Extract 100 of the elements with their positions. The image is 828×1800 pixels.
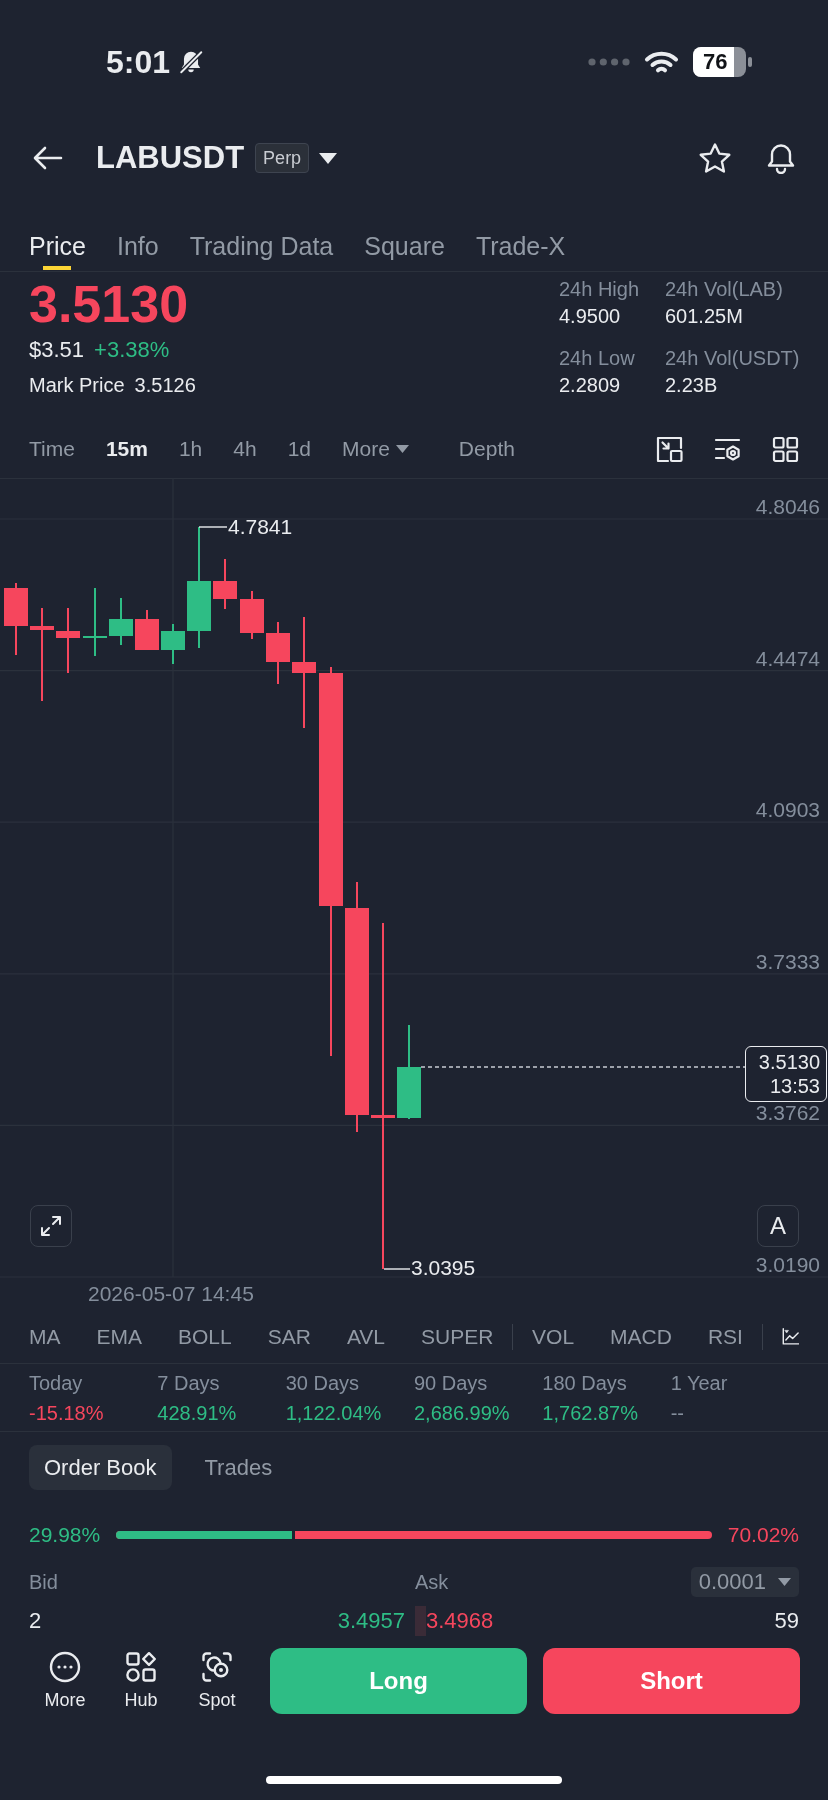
stat-label: 24h Vol(USDT) xyxy=(665,346,799,371)
ask-depth-bar xyxy=(415,1606,426,1636)
bid-price: 3.4957 xyxy=(337,1608,405,1634)
indicator-tab[interactable]: BOLL xyxy=(178,1322,232,1351)
caret-down-icon[interactable] xyxy=(319,152,338,164)
page-tab[interactable]: Price xyxy=(29,192,86,271)
period-change: 2,686.99% xyxy=(414,1401,511,1425)
interval-tab[interactable]: 15m xyxy=(105,435,148,463)
bid-quantity: 2 xyxy=(29,1608,42,1634)
interval-tab[interactable]: 1d xyxy=(287,435,311,463)
page-tab[interactable]: Trade-X xyxy=(475,192,566,271)
bell-icon[interactable] xyxy=(765,142,797,174)
interval-tab[interactable]: Time xyxy=(29,435,75,463)
last-price-tag-value: 3.5130 xyxy=(758,1050,820,1074)
period-label: 180 Days xyxy=(542,1371,628,1395)
interval-tab[interactable]: More xyxy=(342,435,409,463)
stat-label: 24h Vol(LAB) xyxy=(665,277,784,302)
price-axis-label: 3.7333 xyxy=(755,950,820,973)
page-tab[interactable]: Info xyxy=(116,192,159,271)
shapes-icon xyxy=(125,1651,157,1683)
stat-value: 601.25M xyxy=(665,304,744,329)
candle xyxy=(4,583,28,655)
order-book-tab[interactable]: Order Book xyxy=(29,1445,172,1490)
indicator-tab[interactable]: RSI xyxy=(707,1322,743,1351)
ask-column-header: Ask xyxy=(415,1570,449,1595)
bid-share: 29.98% xyxy=(29,1522,101,1548)
period-change: 1,762.87% xyxy=(542,1401,639,1425)
candle xyxy=(213,559,237,609)
indicator-tab[interactable]: VOL xyxy=(532,1322,575,1351)
bid-column-header: Bid xyxy=(29,1570,58,1595)
ask-quantity: 59 xyxy=(774,1608,799,1634)
period-change: 428.91% xyxy=(157,1401,238,1425)
scale-mode-button[interactable]: A xyxy=(757,1205,799,1247)
period-change: -- xyxy=(670,1401,685,1425)
candle-countdown: 13:53 xyxy=(769,1074,820,1098)
mark-price-value: 3.5126 xyxy=(134,373,196,398)
ellipsis-circle-icon xyxy=(49,1651,81,1683)
contract-type-tag: Perp xyxy=(255,143,310,173)
wifi-icon xyxy=(644,49,679,75)
indicator-tab[interactable]: SAR xyxy=(267,1322,311,1351)
indicator-tab[interactable]: MACD xyxy=(610,1322,672,1351)
clock: 5:01 xyxy=(106,44,171,80)
stat-value: 2.2809 xyxy=(559,373,622,398)
interval-tab[interactable]: 4h xyxy=(233,435,257,463)
low-leader-line xyxy=(383,1268,411,1270)
expand-button[interactable] xyxy=(30,1205,72,1247)
candle xyxy=(109,598,133,645)
stat-label: 24h Low xyxy=(559,346,636,371)
interval-tab[interactable]: Depth xyxy=(458,435,515,463)
candle xyxy=(135,610,159,650)
window-arrow-icon[interactable] xyxy=(656,435,683,463)
precision-dropdown[interactable]: 0.0001 xyxy=(690,1567,799,1597)
period-label: 90 Days xyxy=(414,1371,489,1395)
interval-tab[interactable]: 1h xyxy=(178,435,203,463)
stat-label: 24h High xyxy=(559,277,641,302)
shortcut-button[interactable]: More xyxy=(35,1651,95,1711)
back-arrow-icon[interactable] xyxy=(33,146,63,170)
page-tab[interactable]: Trading Data xyxy=(189,192,334,271)
high-leader-line xyxy=(198,526,228,528)
order-book-tab[interactable]: Trades xyxy=(189,1445,288,1490)
candle xyxy=(83,588,107,656)
candle xyxy=(161,624,185,664)
high-price-label: 4.7841 xyxy=(228,516,293,538)
caret-down-icon xyxy=(778,1578,791,1586)
mark-price-label: Mark Price xyxy=(29,373,125,398)
period-label: 30 Days xyxy=(285,1371,361,1395)
symbol-title[interactable]: LABUSDT xyxy=(96,140,245,176)
price-axis-label: 4.4474 xyxy=(755,647,820,670)
usd-price: $3.51 xyxy=(29,336,85,364)
page-tab[interactable]: Square xyxy=(364,192,445,271)
star-icon[interactable] xyxy=(698,142,732,174)
indicator-tab[interactable]: MA xyxy=(29,1322,61,1351)
ask-price: 3.4968 xyxy=(426,1608,494,1634)
candle xyxy=(56,608,80,673)
grid-icon[interactable] xyxy=(772,435,799,463)
low-price-label: 3.0395 xyxy=(411,1259,476,1277)
indicator-tab[interactable]: SUPER xyxy=(421,1322,494,1351)
last-price: 3.5130 xyxy=(29,276,190,332)
indicator-tab[interactable]: EMA xyxy=(96,1322,142,1351)
candle xyxy=(240,591,264,639)
price-axis-label: 4.8046 xyxy=(755,496,820,518)
period-label: Today xyxy=(29,1371,84,1395)
short-button[interactable]: Short xyxy=(543,1648,800,1714)
period-change: -15.18% xyxy=(29,1401,105,1425)
period-label: 1 Year xyxy=(670,1371,729,1395)
expand-icon xyxy=(40,1215,62,1237)
period-label: 7 Days xyxy=(157,1371,221,1395)
caret-down-icon xyxy=(395,445,409,453)
shortcut-button[interactable]: Spot xyxy=(187,1651,247,1711)
indicator-tab[interactable]: AVL xyxy=(346,1322,386,1351)
price-change: +3.38% xyxy=(94,336,170,364)
stat-value: 4.9500 xyxy=(559,304,622,329)
ask-share: 70.02% xyxy=(727,1522,799,1548)
price-axis-label: 4.0903 xyxy=(755,799,820,822)
stat-value: 2.23B xyxy=(665,373,719,398)
shortcut-button[interactable]: Hub xyxy=(111,1651,171,1711)
candle xyxy=(266,622,290,684)
period-change: 1,122.04% xyxy=(285,1401,383,1425)
bell-off-icon xyxy=(178,49,205,75)
battery-percentage: 76 xyxy=(703,49,728,75)
